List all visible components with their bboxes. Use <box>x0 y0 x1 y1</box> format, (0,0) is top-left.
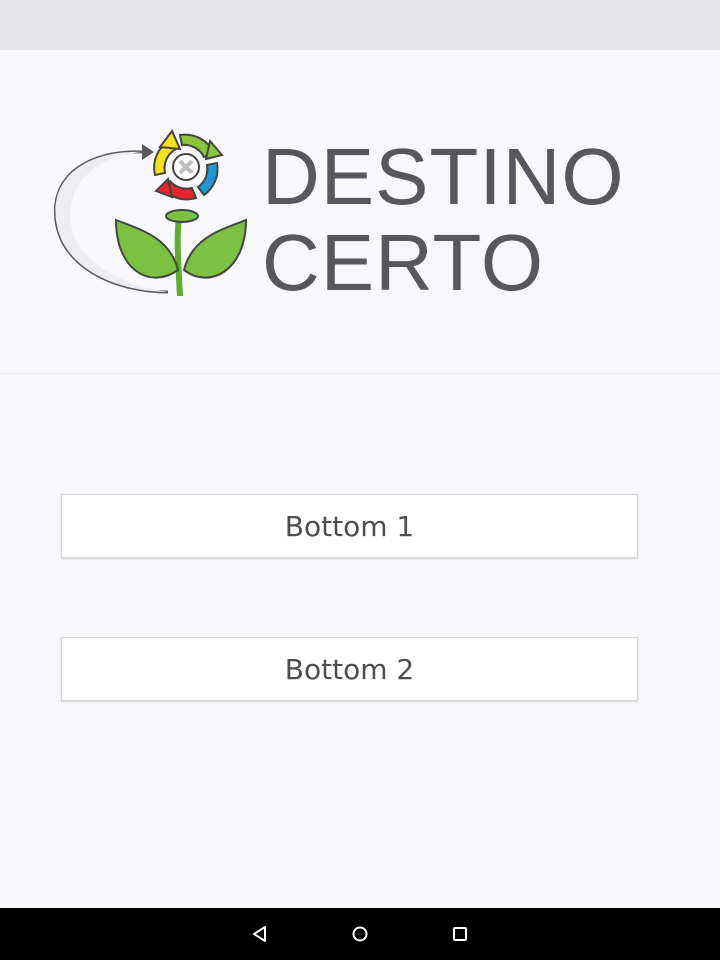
recents-button[interactable] <box>444 918 476 950</box>
back-button[interactable] <box>244 918 276 950</box>
brand-line-1: DESTINO <box>262 132 625 221</box>
header: DESTINO CERTO <box>0 50 720 374</box>
swoosh-arrowhead <box>142 144 154 160</box>
bottom-1-button[interactable]: Bottom 1 <box>61 494 638 558</box>
right-leaf <box>182 218 248 279</box>
app-screen: DESTINO CERTO Bottom 1 Bottom 2 <box>0 0 720 960</box>
status-bar <box>0 0 720 50</box>
home-button[interactable] <box>344 918 376 950</box>
plant-stem <box>174 211 183 297</box>
brand-name: DESTINO CERTO <box>262 134 625 306</box>
left-leaf <box>114 218 180 279</box>
recycle-plant-logo <box>53 129 248 297</box>
navigation-bar <box>0 908 720 960</box>
recents-square-icon <box>453 927 467 941</box>
brand-line-2: CERTO <box>262 218 545 307</box>
arrow-blue <box>196 161 219 197</box>
plant-cup <box>165 209 199 223</box>
home-circle-icon <box>352 926 368 942</box>
back-triangle-icon <box>253 926 266 942</box>
bottom-2-button[interactable]: Bottom 2 <box>61 637 638 701</box>
